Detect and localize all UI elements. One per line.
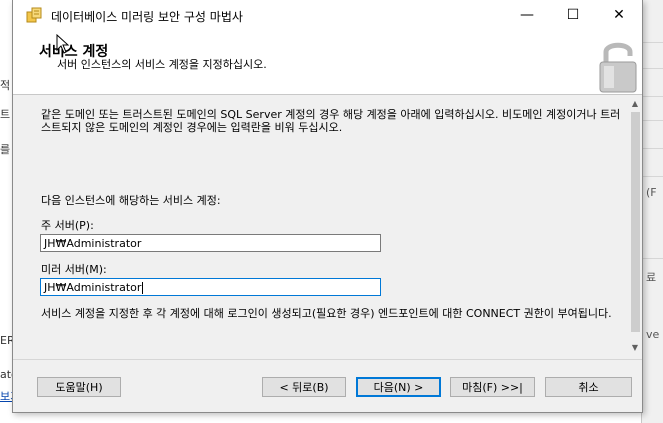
background-window-right: (F 료 ve xyxy=(641,0,663,423)
finish-button[interactable]: 마침(F) >>| xyxy=(450,377,535,397)
minimize-icon: — xyxy=(520,7,534,23)
divider xyxy=(642,120,663,121)
scroll-down-arrow-icon[interactable]: ▼ xyxy=(629,340,641,354)
mirror-server-label: 미러 서버(M): xyxy=(41,263,107,276)
principal-server-input[interactable]: JH₩Administrator xyxy=(40,234,381,252)
background-text: 트 xyxy=(0,108,11,121)
connect-permission-note: 서비스 계정을 지정한 후 각 계정에 대해 로그인이 생성되고(필요한 경우)… xyxy=(41,307,612,320)
background-text: 료 xyxy=(646,271,657,284)
background-text: (F xyxy=(646,186,657,199)
close-icon: ✕ xyxy=(613,7,625,23)
scrollbar-thumb[interactable] xyxy=(631,112,640,332)
window-title: 데이터베이스 미러링 보안 구성 마법사 xyxy=(51,10,243,24)
principal-server-label: 주 서버(P): xyxy=(41,219,94,232)
section-label: 다음 인스턴스에 해당하는 서비스 계정: xyxy=(41,194,221,207)
close-button[interactable]: ✕ xyxy=(596,0,642,30)
mouse-pointer-icon xyxy=(56,34,70,54)
cancel-button[interactable]: 취소 xyxy=(545,377,632,397)
background-text: 적 xyxy=(0,79,11,92)
lock-icon xyxy=(599,42,637,93)
maximize-button[interactable]: ☐ xyxy=(550,0,596,30)
wizard-dialog: 데이터베이스 미러링 보안 구성 마법사 — ☐ ✕ 서비스 계정 서버 인스턴… xyxy=(12,0,643,413)
wizard-content: 같은 도메인 또는 트러스트된 도메인의 SQL Server 계정의 경우 해… xyxy=(23,95,641,357)
wizard-header: 서비스 계정 서버 인스턴스의 서비스 계정을 지정하십시오. xyxy=(13,30,642,95)
mirror-server-input[interactable]: JH₩Administrator xyxy=(40,278,381,296)
minimize-button[interactable]: — xyxy=(504,0,550,30)
next-button[interactable]: 다음(N) > xyxy=(356,377,441,397)
page-description: 서버 인스턴스의 서비스 계정을 지정하십시오. xyxy=(57,58,267,71)
divider xyxy=(642,176,663,177)
title-bar[interactable]: 데이터베이스 미러링 보안 구성 마법사 — ☐ ✕ xyxy=(13,0,642,30)
back-button[interactable]: < 뒤로(B) xyxy=(262,377,346,397)
divider xyxy=(642,68,663,69)
help-button[interactable]: 도움말(H) xyxy=(37,377,121,397)
divider xyxy=(642,96,663,97)
mirror-server-value: JH₩Administrator xyxy=(44,281,142,294)
text-caret xyxy=(142,282,144,294)
background-text: ve xyxy=(646,328,660,341)
scroll-up-arrow-icon[interactable]: ▲ xyxy=(629,96,641,110)
instructions-text: 같은 도메인 또는 트러스트된 도메인의 SQL Server 계정의 경우 해… xyxy=(41,108,621,134)
vertical-scrollbar[interactable]: ▲ ▼ xyxy=(629,96,641,355)
footer-divider xyxy=(13,359,642,360)
divider xyxy=(642,42,663,43)
maximize-icon: ☐ xyxy=(566,7,580,23)
divider xyxy=(642,148,663,149)
principal-server-value: JH₩Administrator xyxy=(44,237,142,250)
database-icon xyxy=(26,7,42,23)
divider xyxy=(642,258,663,259)
